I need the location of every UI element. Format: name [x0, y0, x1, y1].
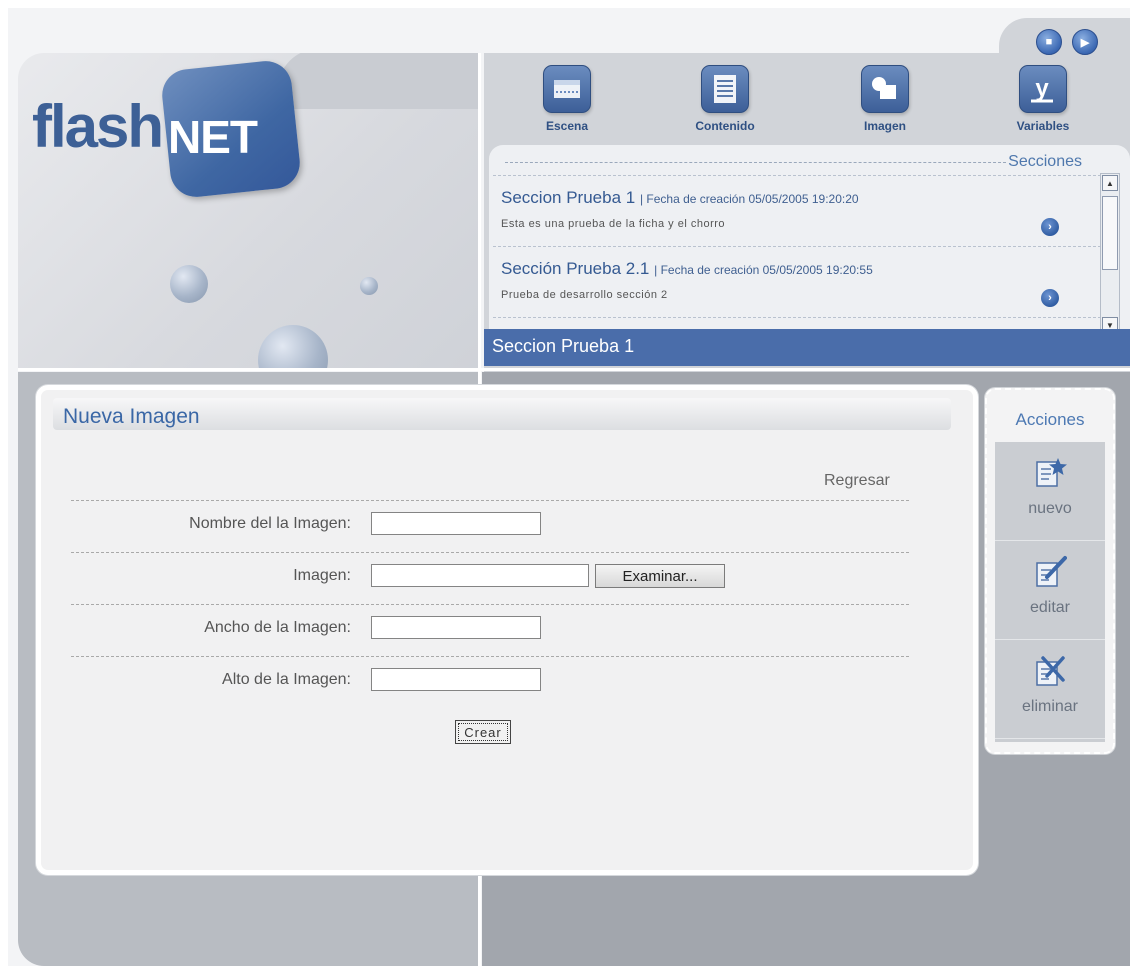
field-label: Nombre del la Imagen: [189, 515, 351, 532]
actions-list: nuevo editar eliminar [995, 442, 1105, 742]
action-label: editar [1029, 599, 1071, 616]
action-editar-button[interactable]: editar [995, 541, 1105, 640]
image-file-input[interactable] [371, 564, 589, 587]
image-name-input[interactable] [371, 512, 541, 535]
actions-panel: Acciones nuevo editar eliminar [985, 388, 1115, 754]
section-title: Sección Prueba 2.1 | Fecha de creación 0… [501, 259, 873, 279]
stop-control-icon[interactable]: ■ [1036, 29, 1062, 55]
sections-list: Seccion Prueba 1 | Fecha de creación 05/… [489, 175, 1101, 337]
header-tab-decoration [999, 18, 1130, 58]
section-title: Seccion Prueba 1 | Fecha de creación 05/… [501, 188, 859, 208]
action-nuevo-button[interactable]: nuevo [995, 442, 1105, 541]
logo-text-net: NET [168, 111, 258, 163]
sections-scrollbar[interactable]: ▲ ▼ [1100, 173, 1120, 335]
form-row-alto: Alto de la Imagen: [71, 656, 909, 707]
nav-variables[interactable]: y Variables [1000, 65, 1086, 133]
field-label: Alto de la Imagen: [222, 671, 351, 688]
decorative-bubble [170, 265, 208, 303]
form-header: Nueva Imagen [53, 398, 951, 430]
app-window: flash NET ■ ▶ Escena Contenido Imagen y [8, 8, 1130, 966]
nav-label: Imagen [863, 119, 906, 133]
section-date: | Fecha de creación 05/05/2005 19:20:20 [639, 192, 859, 206]
form-title: Nueva Imagen [63, 405, 200, 428]
create-button[interactable]: Crear [455, 720, 511, 744]
image-icon [861, 65, 909, 113]
go-arrow-icon[interactable]: › [1041, 289, 1059, 307]
nav-label: Escena [545, 119, 589, 133]
play-control-icon[interactable]: ▶ [1072, 29, 1098, 55]
nav-label: Contenido [695, 119, 755, 133]
action-label: eliminar [1021, 698, 1078, 715]
section-item[interactable]: Sección Prueba 2.1 | Fecha de creación 0… [493, 246, 1101, 317]
logo-text-flash: flash [32, 93, 164, 160]
section-description: Prueba de desarrollo sección 2 [501, 289, 668, 301]
browse-button[interactable]: Examinar... [595, 564, 725, 588]
nav-imagen[interactable]: Imagen [842, 65, 928, 133]
actions-title: Acciones [1015, 410, 1085, 429]
scroll-thumb[interactable] [1102, 196, 1118, 270]
nav-label: Variables [1016, 119, 1070, 133]
scene-icon [543, 65, 591, 113]
new-image-form: Nueva Imagen Regresar Nombre del la Imag… [36, 385, 978, 875]
sections-panel: Secciones Seccion Prueba 1 | Fecha de cr… [489, 145, 1130, 337]
nav-contenido[interactable]: Contenido [682, 65, 768, 133]
section-item[interactable]: Seccion Prueba 1 | Fecha de creación 05/… [493, 175, 1101, 246]
nav-escena[interactable]: Escena [524, 65, 610, 133]
variables-icon: y [1019, 65, 1067, 113]
sections-title: Secciones [1008, 153, 1082, 170]
current-section-label: Seccion Prueba 1 [492, 336, 635, 356]
field-label: Imagen: [293, 567, 351, 584]
section-name: Seccion Prueba 1 [501, 188, 636, 207]
divider [505, 162, 1006, 163]
decorative-bubble [258, 325, 328, 370]
header-tab-decoration [278, 53, 478, 109]
delete-x-icon [1036, 656, 1065, 686]
edit-pencil-icon [1036, 556, 1067, 587]
action-eliminar-button[interactable]: eliminar [995, 640, 1105, 739]
action-label: nuevo [1028, 500, 1072, 517]
decorative-bubble [360, 277, 378, 295]
document-icon [701, 65, 749, 113]
new-star-icon [1036, 458, 1067, 487]
section-divider [493, 317, 1101, 328]
image-height-input[interactable] [371, 668, 541, 691]
header-toolbar: ■ ▶ Escena Contenido Imagen y Variables [484, 18, 1130, 373]
horizontal-divider [18, 368, 1130, 371]
sections-header: Secciones [505, 151, 1118, 173]
go-arrow-icon[interactable]: › [1041, 218, 1059, 236]
section-date: | Fecha de creación 05/05/2005 19:20:55 [654, 263, 873, 277]
form-row-imagen: Imagen: Examinar... [71, 552, 909, 603]
back-link[interactable]: Regresar [824, 472, 890, 490]
form-row-ancho: Ancho de la Imagen: [71, 604, 909, 655]
section-description: Esta es una prueba de la ficha y el chor… [501, 218, 726, 230]
current-section-bar: Seccion Prueba 1 [484, 329, 1130, 366]
svg-text:y: y [1035, 75, 1049, 102]
field-label: Ancho de la Imagen: [204, 619, 351, 636]
image-width-input[interactable] [371, 616, 541, 639]
form-row-nombre: Nombre del la Imagen: [71, 500, 909, 551]
scroll-up-icon[interactable]: ▲ [1102, 175, 1118, 191]
section-name: Sección Prueba 2.1 [501, 259, 650, 278]
